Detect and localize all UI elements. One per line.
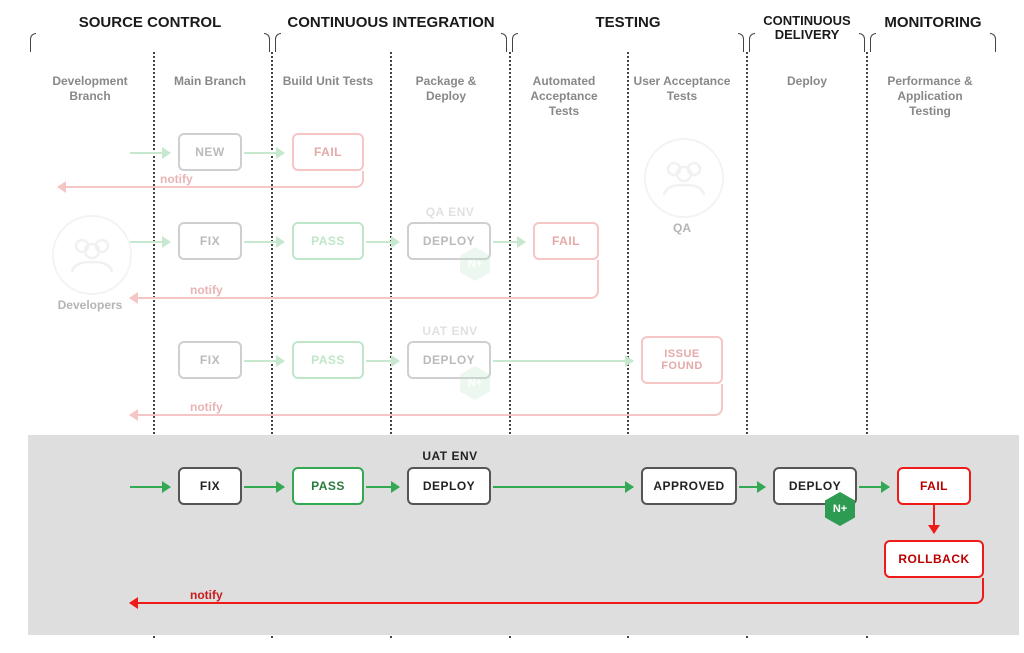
col-deploy: Deploy <box>757 74 857 89</box>
box-approved: APPROVED <box>641 467 737 505</box>
arrow-notify <box>130 414 682 416</box>
arrow-right <box>493 486 633 488</box>
col-build-unit-tests: Build Unit Tests <box>278 74 378 89</box>
nginx-plus-icon: N+ <box>460 247 490 281</box>
box-fail: FAIL <box>897 467 971 505</box>
box-new: NEW <box>178 133 242 171</box>
feedback-curve <box>326 171 364 188</box>
nginx-plus-icon: N+ <box>825 492 855 526</box>
phase-bracket <box>30 33 270 51</box>
col-main-branch: Main Branch <box>160 74 260 89</box>
col-user-accept: User Acceptance Tests <box>632 74 732 104</box>
box-rollback: ROLLBACK <box>884 540 984 578</box>
notify-label: notify <box>190 588 223 602</box>
box-fix: FIX <box>178 467 242 505</box>
qa-label: QA <box>637 221 727 235</box>
developers-label: Developers <box>45 298 135 312</box>
box-fail: FAIL <box>533 222 599 260</box>
arrow-right <box>366 486 399 488</box>
box-pass: PASS <box>292 341 364 379</box>
qa-icon <box>644 138 724 218</box>
phase-continuous-delivery: CONTINUOUSDELIVERY <box>749 14 865 41</box>
arrow-right <box>366 241 399 243</box>
arrow-notify <box>58 186 328 188</box>
box-deploy: DEPLOY <box>407 467 491 505</box>
arrow-right <box>130 486 170 488</box>
arrow-right <box>244 152 284 154</box>
arrow-right <box>130 241 170 243</box>
phase-monitoring: MONITORING <box>870 14 996 31</box>
box-pass: PASS <box>292 467 364 505</box>
box-fail: FAIL <box>292 133 364 171</box>
developers-icon <box>52 215 132 295</box>
arrow-right <box>493 241 525 243</box>
arrow-right <box>366 360 399 362</box>
env-uat-label: UAT ENV <box>410 324 490 338</box>
notify-label: notify <box>160 172 193 186</box>
phase-bracket <box>512 33 744 51</box>
diagram-stage: SOURCE CONTROL CONTINUOUS INTEGRATION TE… <box>0 0 1024 653</box>
notify-label: notify <box>190 283 223 297</box>
phase-bracket <box>275 33 507 51</box>
arrow-down <box>933 505 935 533</box>
arrow-right <box>493 360 633 362</box>
highlight-panel <box>28 435 1019 635</box>
box-fix: FIX <box>178 222 242 260</box>
notify-label: notify <box>190 400 223 414</box>
box-fix: FIX <box>178 341 242 379</box>
phase-testing: TESTING <box>512 14 744 31</box>
arrow-right <box>244 360 284 362</box>
col-perf-app-testing: Performance & Application Testing <box>880 74 980 119</box>
box-issue-found: ISSUE FOUND <box>641 336 723 384</box>
arrow-right <box>739 486 765 488</box>
arrow-right <box>859 486 889 488</box>
env-qa-label: QA ENV <box>410 205 490 219</box>
phase-source-control: SOURCE CONTROL <box>30 14 270 31</box>
phase-bracket <box>870 33 996 51</box>
feedback-curve <box>933 578 984 604</box>
col-auto-accept: Automated Acceptance Tests <box>514 74 614 119</box>
col-dev-branch: Development Branch <box>40 74 140 104</box>
feedback-curve <box>680 384 723 416</box>
col-package-deploy: Package & Deploy <box>396 74 496 104</box>
env-uat-label: UAT ENV <box>410 449 490 463</box>
nginx-plus-icon: N+ <box>460 366 490 400</box>
phase-continuous-integration: CONTINUOUS INTEGRATION <box>275 14 507 31</box>
arrow-right <box>244 486 284 488</box>
feedback-curve <box>560 260 599 299</box>
arrow-notify <box>130 297 562 299</box>
arrow-right <box>244 241 284 243</box>
box-pass: PASS <box>292 222 364 260</box>
arrow-notify <box>130 602 935 604</box>
arrow-right <box>130 152 170 154</box>
